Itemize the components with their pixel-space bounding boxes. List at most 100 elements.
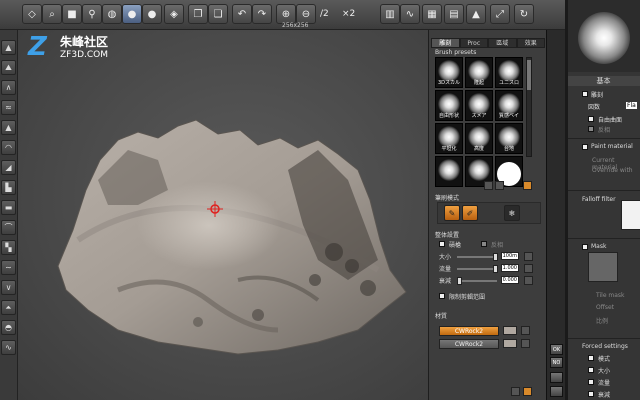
paste-icon[interactable]: ❏: [208, 4, 228, 24]
plateau-tool-icon[interactable]: ▬: [1, 200, 16, 215]
stroke-mode-symmetry-icon[interactable]: ❄: [504, 205, 520, 221]
mode-checkbox[interactable]: [588, 355, 594, 361]
terrain-tool-icon[interactable]: ▲: [1, 40, 16, 55]
brush-preset[interactable]: [435, 156, 463, 187]
override-with-option[interactable]: Override with: [592, 167, 633, 174]
zoom-lens-icon[interactable]: ⌕: [42, 4, 62, 24]
wave-icon[interactable]: ∿: [400, 4, 420, 24]
brush-save-icon[interactable]: [495, 181, 504, 190]
falloff-checkbox[interactable]: [588, 391, 594, 397]
carve-checkbox[interactable]: [582, 91, 588, 97]
reverse-checkbox[interactable]: [481, 241, 487, 247]
noise-tool-icon[interactable]: ▚: [1, 240, 16, 255]
stroke-mode-sculpt-icon[interactable]: ✐: [462, 205, 478, 221]
flow-slider[interactable]: [457, 265, 498, 273]
volcano-tool-icon[interactable]: ⏶: [1, 300, 16, 315]
tab-proc[interactable]: Proc: [459, 38, 488, 48]
zoom-out-icon[interactable]: ⊖: [296, 4, 316, 24]
reverse-label: 反相: [491, 242, 504, 249]
reverse-checkbox[interactable]: [588, 126, 594, 132]
zoom-in-icon[interactable]: ⊕: [276, 4, 296, 24]
falloff-curve-preview[interactable]: [621, 200, 640, 230]
refresh-icon[interactable]: ↻: [514, 4, 534, 24]
mask-preview[interactable]: [588, 252, 618, 282]
option-button[interactable]: [550, 372, 563, 383]
brush-preset[interactable]: 平坦化: [435, 123, 463, 154]
material-swatch[interactable]: [503, 326, 517, 335]
mask-checkbox[interactable]: [582, 244, 588, 250]
tab-region[interactable]: 區域: [488, 38, 517, 48]
sphere-active-icon[interactable]: ●: [122, 4, 142, 24]
freeform-checkbox[interactable]: [588, 116, 594, 122]
fit-icon[interactable]: ⤢: [490, 4, 510, 24]
island-tool-icon[interactable]: ◓: [1, 320, 16, 335]
ridge-tool-icon[interactable]: ∧: [1, 80, 16, 95]
no-button[interactable]: NO: [550, 357, 563, 368]
flow-checkbox[interactable]: [588, 379, 594, 385]
option-button[interactable]: [550, 386, 563, 397]
tab-effects[interactable]: 效果: [516, 38, 545, 48]
tab-sculpt[interactable]: 雕刻: [431, 38, 460, 48]
brush-preset[interactable]: 隆起: [465, 57, 493, 88]
globe-icon[interactable]: ◍: [102, 4, 122, 24]
wave-tool-icon[interactable]: ∿: [1, 340, 16, 355]
material-button[interactable]: CWRock2: [439, 326, 499, 336]
brush-preset[interactable]: ユニスロ: [495, 57, 523, 88]
brush-scrollbar[interactable]: [526, 57, 532, 157]
material-lock-icon[interactable]: [521, 326, 530, 335]
square-icon[interactable]: ■: [62, 4, 82, 24]
brush-preset[interactable]: 自由形状: [435, 90, 463, 121]
peak-tool-icon[interactable]: ▲: [1, 120, 16, 135]
falloff-reset-icon[interactable]: [524, 276, 533, 285]
erosion-tool-icon[interactable]: ≈: [1, 100, 16, 115]
falloff-value[interactable]: 0.000: [501, 276, 519, 284]
brush-preset[interactable]: 3Dスカル: [435, 57, 463, 88]
paint-material-checkbox[interactable]: [582, 144, 588, 150]
material-swatch[interactable]: [503, 339, 517, 348]
hills-tool-icon[interactable]: ⌒: [1, 220, 16, 235]
limit-range-checkbox[interactable]: [439, 293, 445, 299]
size-value[interactable]: 100m: [501, 252, 519, 260]
globe-pin-icon[interactable]: ⚲: [82, 4, 102, 24]
size-checkbox[interactable]: [588, 367, 594, 373]
grid-icon[interactable]: ▦: [422, 4, 442, 24]
stroke-mode-paint-icon[interactable]: ✎: [444, 205, 460, 221]
double-size-button[interactable]: ×2: [342, 9, 355, 19]
falloff-slider[interactable]: [457, 277, 497, 285]
ok-button[interactable]: OK: [550, 344, 563, 355]
terrain-viewport[interactable]: Z 朱峰社区 ZF3D.COM: [18, 30, 428, 400]
panel-settings-icon[interactable]: [523, 387, 532, 396]
select-icon[interactable]: ◇: [22, 4, 42, 24]
layer-select[interactable]: Fla: [626, 102, 637, 109]
material-lock-icon[interactable]: [521, 339, 530, 348]
copy-icon[interactable]: ❐: [188, 4, 208, 24]
size-reset-icon[interactable]: [524, 252, 533, 261]
flow-value[interactable]: 1.000: [501, 264, 519, 272]
landscape-icon[interactable]: ◈: [164, 4, 184, 24]
flow-reset-icon[interactable]: [524, 264, 533, 273]
brush-preset[interactable]: スメア: [465, 90, 493, 121]
brush-preset[interactable]: 質感ベイ: [495, 90, 523, 121]
histogram-icon[interactable]: ▥: [380, 4, 400, 24]
canyon-tool-icon[interactable]: ∨: [1, 280, 16, 295]
terrain-icon[interactable]: ▲: [466, 4, 486, 24]
sphere-icon[interactable]: ●: [142, 4, 162, 24]
brush-load-icon[interactable]: [484, 181, 493, 190]
carve-checkbox[interactable]: [439, 241, 445, 247]
mountain-tool-icon[interactable]: ⛰: [1, 60, 16, 75]
material-button[interactable]: CWRock2: [439, 339, 499, 349]
redo-icon[interactable]: ↷: [252, 4, 272, 24]
wireframe-icon[interactable]: ▤: [444, 4, 464, 24]
undo-icon[interactable]: ↶: [232, 4, 252, 24]
brush-settings-icon[interactable]: [523, 181, 532, 190]
brush-preset[interactable]: 台地: [495, 123, 523, 154]
half-size-button[interactable]: /2: [320, 9, 329, 19]
cliff-tool-icon[interactable]: ▙: [1, 180, 16, 195]
resize-grip-icon[interactable]: [511, 387, 520, 396]
brush-preset[interactable]: 高度: [465, 123, 493, 154]
slope-tool-icon[interactable]: ◢: [1, 160, 16, 175]
freeform-label: 自由曲面: [598, 117, 623, 124]
dune-tool-icon[interactable]: ∼: [1, 260, 16, 275]
crater-tool-icon[interactable]: ◠: [1, 140, 16, 155]
size-slider[interactable]: [457, 253, 498, 261]
